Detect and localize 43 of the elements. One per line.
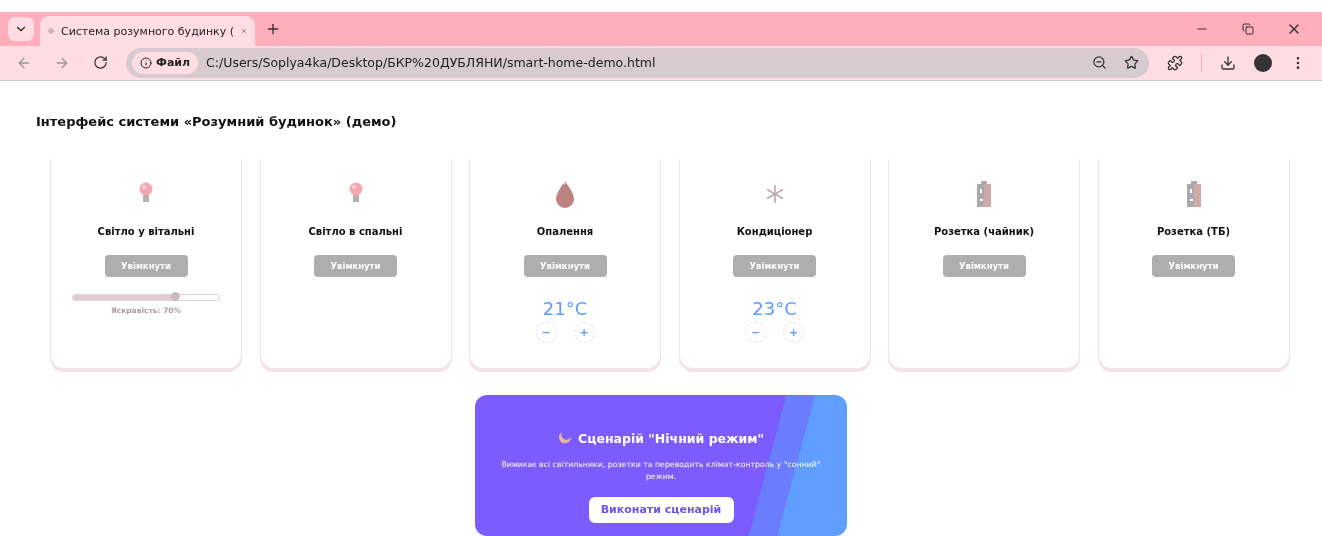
address-bar[interactable]: Файл C:/Users/Soplya4ka/Desktop/БКР%20ДУБЛЯНИ/smart-home-demo.html: [126, 47, 1149, 78]
restore-icon: [1242, 23, 1254, 35]
device-name: Світло в спальні: [308, 225, 403, 237]
download-icon: [1220, 54, 1236, 71]
scenario-title: Сценарій "Нічний режим": [578, 430, 764, 446]
device-name: Кондиціонер: [736, 225, 813, 237]
brightness-slider[interactable]: [72, 293, 220, 301]
toggle-button[interactable]: Увімкнути: [314, 254, 397, 277]
plus-icon: [265, 21, 281, 37]
device-name: Світло у вітальні: [97, 225, 195, 237]
toggle-button[interactable]: Увімкнути: [733, 254, 816, 277]
toggle-button[interactable]: Увімкнути: [523, 254, 607, 277]
puzzle-icon: [1167, 54, 1183, 71]
tab-list-button[interactable]: [8, 17, 34, 41]
info-icon: [140, 56, 152, 69]
decrease-button[interactable]: −: [535, 321, 557, 343]
toggle-button[interactable]: Увімкнути: [942, 254, 1026, 277]
reload-icon: [92, 55, 108, 71]
zoom-out-icon: [1091, 55, 1107, 71]
tab-title: Система розумного будинку (: [60, 24, 235, 38]
battery-icon: [977, 180, 991, 207]
chip-label: Файл: [156, 56, 191, 70]
site-info-chip[interactable]: Файл: [132, 51, 199, 74]
toggle-button[interactable]: Увімкнути: [104, 254, 188, 277]
temperature-value: 21°C: [542, 298, 588, 319]
device-name: Розетка (чайник): [933, 225, 1035, 237]
flame-icon: [555, 179, 575, 208]
decrease-button[interactable]: −: [745, 321, 766, 343]
device-name: Опалення: [536, 225, 594, 237]
page-title: Інтерфейс системи «Розумний будинок» (демо): [36, 113, 398, 129]
url-text: C:/Users/Soplya4ka/Desktop/БКР%20ДУБЛЯНИ/smart-home-demo.html: [206, 55, 657, 71]
battery-icon: [1186, 180, 1201, 207]
increase-button[interactable]: +: [573, 321, 595, 343]
temperature-value: 23°C: [752, 298, 797, 319]
toggle-button[interactable]: Увімкнути: [1152, 254, 1235, 277]
run-scenario-button[interactable]: Виконати сценарій: [588, 496, 734, 523]
crescent-moon-icon: [558, 431, 572, 446]
profile-avatar[interactable]: [1254, 53, 1272, 72]
increase-button[interactable]: +: [783, 321, 804, 343]
star-icon: [1123, 55, 1139, 71]
snowflake-icon: [764, 183, 785, 204]
device-name: Розетка (ТБ): [1156, 225, 1231, 237]
slider-thumb[interactable]: [171, 292, 181, 302]
